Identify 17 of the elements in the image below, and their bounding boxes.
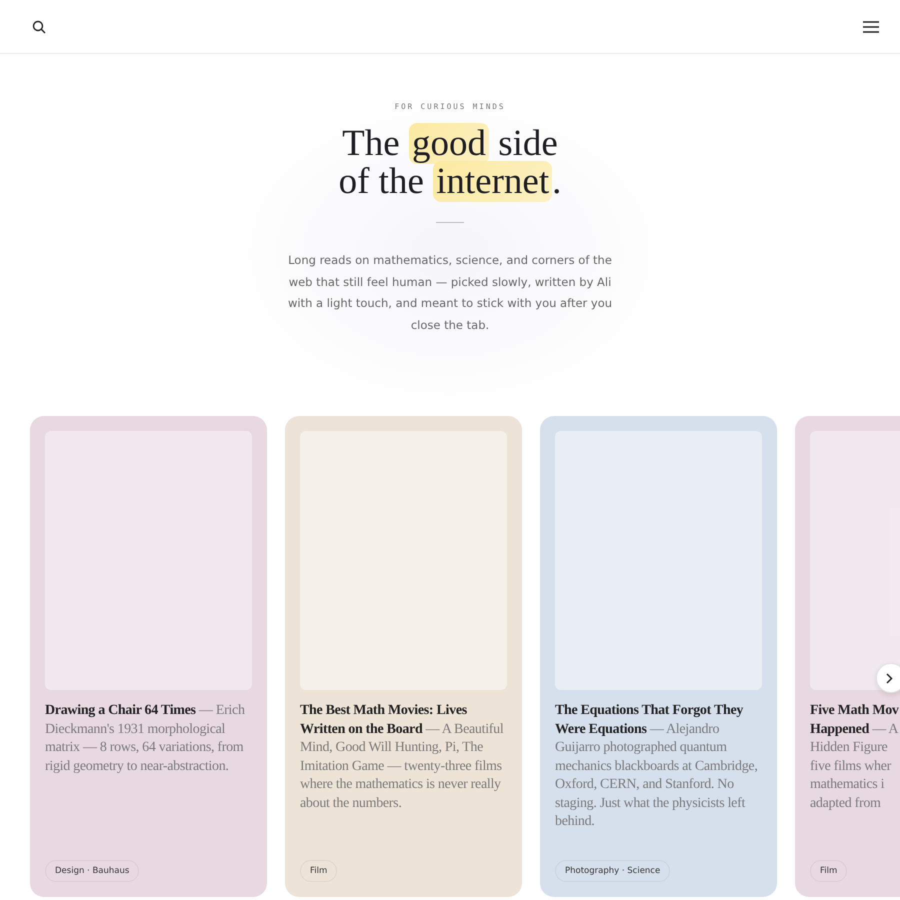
article-card[interactable]: Five Math Mov Happened — A Hidden Figure five films wher mathematics i adapted from Film (795, 416, 900, 897)
category-tag: Film (810, 860, 848, 882)
search-icon[interactable] (32, 20, 46, 34)
category-tag: Photography · Science (555, 860, 670, 882)
category-tag: Film (300, 860, 338, 882)
menu-icon[interactable] (862, 20, 880, 34)
intro-paragraph: Long reads on mathematics, science, and corners of the web that still feel human — picked slowly, written by Ali with a light touch, and meant to stick with you after you close the tab. (286, 252, 614, 334)
article-summary: The Best Math Movies: Lives Written on the Board — A Beautiful Mind, Good Will Hunting, Pi, The Imitation Game — twenty-three films where the mathematics is never really about the numbers. (300, 702, 504, 812)
article-card[interactable] (540, 416, 777, 897)
hero-heading: The good side of the internet. (338, 125, 562, 201)
chevron-right-icon (886, 672, 893, 684)
category-tag: Design · Bauhaus (45, 860, 140, 882)
article-summary: Five Math Mov Happened — A Hidden Figure five films wher mathematics i adapted from (810, 702, 900, 812)
article-card[interactable]: The Best Math Movies: Lives Written on the Board — A Beautiful Mind, Good Will Hunting, Pi, The Imitation Game — twenty-three films where the mathematics is never really about the numbers. Film (285, 416, 522, 897)
article-summary: The Equations That Forgot They Were Equations — Alejandro Guijarro photographed quantum mechanics blackboards at Cambridge, Oxford, CERN, and Stanford. No staging. Just what the physicists left behind. (555, 702, 759, 831)
article-card[interactable]: Drawing a Chair 64 Times — Erich Dieckmann's 1931 morphological matrix — 8 rows, 64 variations, from rigid geometry to near-abstraction. Design · Bauhaus (30, 416, 267, 897)
article-summary: Drawing a Chair 64 Times — Erich Dieckmann's 1931 morphological matrix — 8 rows, 64 variations, from rigid geometry to near-abstraction. (45, 702, 246, 776)
